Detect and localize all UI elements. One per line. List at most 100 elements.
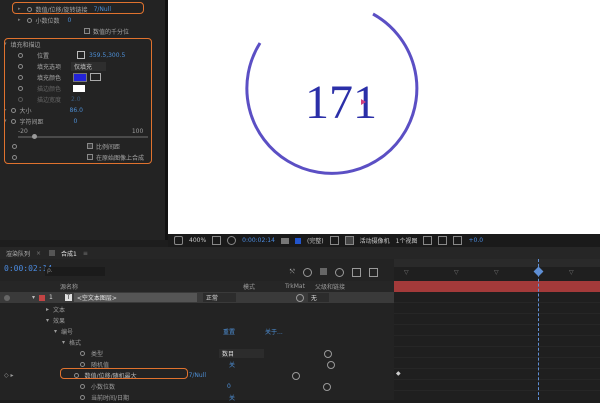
work-area-bar[interactable] [394,259,600,267]
viewer-toolbar: 400% 0:00:02:14 (完整) 活动摄像机 1个视图 +0.0 [168,234,600,247]
resolution-dropdown[interactable]: (完整) [307,236,324,245]
shy-icon[interactable] [302,268,312,277]
checkbox[interactable] [84,28,90,34]
tree-row[interactable]: 当前时间/日期 关 [0,392,394,403]
expression-icon[interactable] [324,349,333,358]
expand-triangle-icon[interactable]: ▾ [54,328,57,335]
ruler-tick: ▽ [454,269,459,276]
type-dropdown[interactable]: 数目 [219,349,265,358]
tree-row[interactable]: ▾ 格式 [0,337,394,348]
tree-value[interactable]: 0 [227,383,231,390]
flowchart-icon[interactable] [453,236,463,245]
expression-icon[interactable] [292,371,301,380]
track-row [394,336,600,347]
ruler-tick: ▽ [569,269,574,276]
checkbox-label: 数值的千分位 [93,28,130,36]
time-ruler[interactable]: ▽ ▽ ▽ ▽ [394,267,600,282]
fast-preview-icon[interactable] [423,236,433,245]
reset-link[interactable]: 重置 [223,327,235,336]
expand-triangle-icon[interactable]: ▾ [32,294,35,301]
visibility-icon[interactable] [4,294,10,301]
column-mode[interactable]: 模式 [243,282,255,291]
camera-dropdown[interactable]: 活动摄像机 [360,236,390,245]
draft-3d-icon[interactable]: ⤲ [290,268,295,277]
column-source-name[interactable]: 源名称 [60,282,78,291]
column-parent[interactable]: 父级和链接 [315,282,345,291]
camera-snapshot-icon[interactable] [280,237,289,244]
keyframe-icon[interactable]: ◆ [396,370,401,377]
motion-blur-icon[interactable] [334,268,344,277]
tree-row[interactable]: ▸ 文本 [0,304,394,315]
tree-row[interactable]: 小数位数 0 [0,381,394,392]
menu-icon[interactable]: ≡ [83,250,88,257]
tab-composition[interactable]: 合成1 [55,249,83,258]
param-value[interactable]: 0 [68,17,72,24]
expression-icon[interactable] [322,382,331,391]
highlight-box [4,38,152,164]
tree-label: 当前时间/日期 [91,395,130,402]
mask-icon[interactable] [227,236,237,245]
stopwatch-icon[interactable] [80,384,85,389]
ruler-tick: ▽ [404,269,409,276]
tree-value[interactable]: 关 [229,393,235,402]
roi-icon[interactable] [329,236,339,245]
expand-triangle-icon[interactable]: ▾ [46,317,49,324]
stopwatch-icon[interactable] [26,17,32,23]
tree-label: 文本 [53,307,66,314]
zoom-dropdown[interactable]: 400% [189,237,206,244]
stopwatch-icon[interactable] [80,362,85,367]
parent-dropdown[interactable]: 无 [307,293,329,302]
grid-icon[interactable] [212,236,222,245]
preview-icon[interactable] [174,236,183,245]
tree-row[interactable]: 随机值 关 [0,359,394,370]
timeline-icon[interactable] [438,236,448,245]
param-row[interactable]: 数值的千分位 [0,26,165,36]
about-link[interactable]: 关于... [265,327,283,336]
composition-viewer[interactable]: 171 [168,0,600,234]
tab-render-queue[interactable]: 渲染队列 [0,249,36,258]
transparency-grid-icon[interactable] [344,236,354,245]
comp-flowchart-icon[interactable] [368,268,378,277]
playhead[interactable] [538,259,540,400]
counter-text: 171 [305,76,377,129]
color-channel-icon[interactable] [294,237,301,244]
param-row[interactable]: ▸ 小数位数 0 [0,15,165,25]
tree-row[interactable]: ▾ 效果 [0,315,394,326]
layer-name[interactable]: <空文本图层> [73,293,197,302]
expand-triangle-icon[interactable]: ▸ [18,17,21,23]
tree-row[interactable]: 类型 数目 [0,348,394,359]
keyframe-nav-icon[interactable]: ◇ ▸ [4,372,14,379]
column-trkmat[interactable]: TrkMat [285,283,305,290]
layer-row[interactable]: ▾ 1 T <空文本图层> 正常 无 [0,292,394,303]
tree-value[interactable]: 关 [229,360,235,369]
expand-triangle-icon[interactable]: ▾ [62,339,65,346]
tree-label: 效果 [53,318,66,325]
track-row [394,380,600,391]
layer-mode-dropdown[interactable]: 正常 [202,293,236,302]
pickwhip-icon[interactable] [295,293,304,302]
tree-row[interactable]: ▾ 编号 重置 关于... [0,326,394,337]
highlight-box [12,2,144,14]
track-row [394,347,600,358]
track-row [394,358,600,369]
tree-value[interactable]: 7/Null [189,372,206,379]
expand-triangle-icon[interactable]: ▸ [46,306,49,313]
ruler-tick: ▽ [494,269,499,276]
track-row [394,314,600,325]
layer-duration-bar[interactable] [394,281,600,292]
tree-label: 小数位数 [91,384,116,391]
expression-icon[interactable] [327,360,336,369]
label-color-icon[interactable] [39,294,46,301]
column-headers: 源名称 模式 TrkMat 父级和链接 [0,281,394,292]
views-dropdown[interactable]: 1个视图 [396,236,418,245]
graph-editor-icon[interactable] [351,268,361,277]
frame-blending-icon[interactable] [319,268,327,275]
stopwatch-icon[interactable] [80,351,85,356]
close-icon[interactable]: × [36,250,41,257]
layer-search-input[interactable]: ρ. [45,267,105,276]
timeline-track-area[interactable]: ▽ ▽ ▽ ▽ ◆ [394,259,600,400]
viewer-timecode[interactable]: 0:00:02:14 [242,237,275,244]
stopwatch-icon[interactable] [80,395,85,400]
exposure-value[interactable]: +0.0 [468,237,483,244]
track-row [394,325,600,336]
